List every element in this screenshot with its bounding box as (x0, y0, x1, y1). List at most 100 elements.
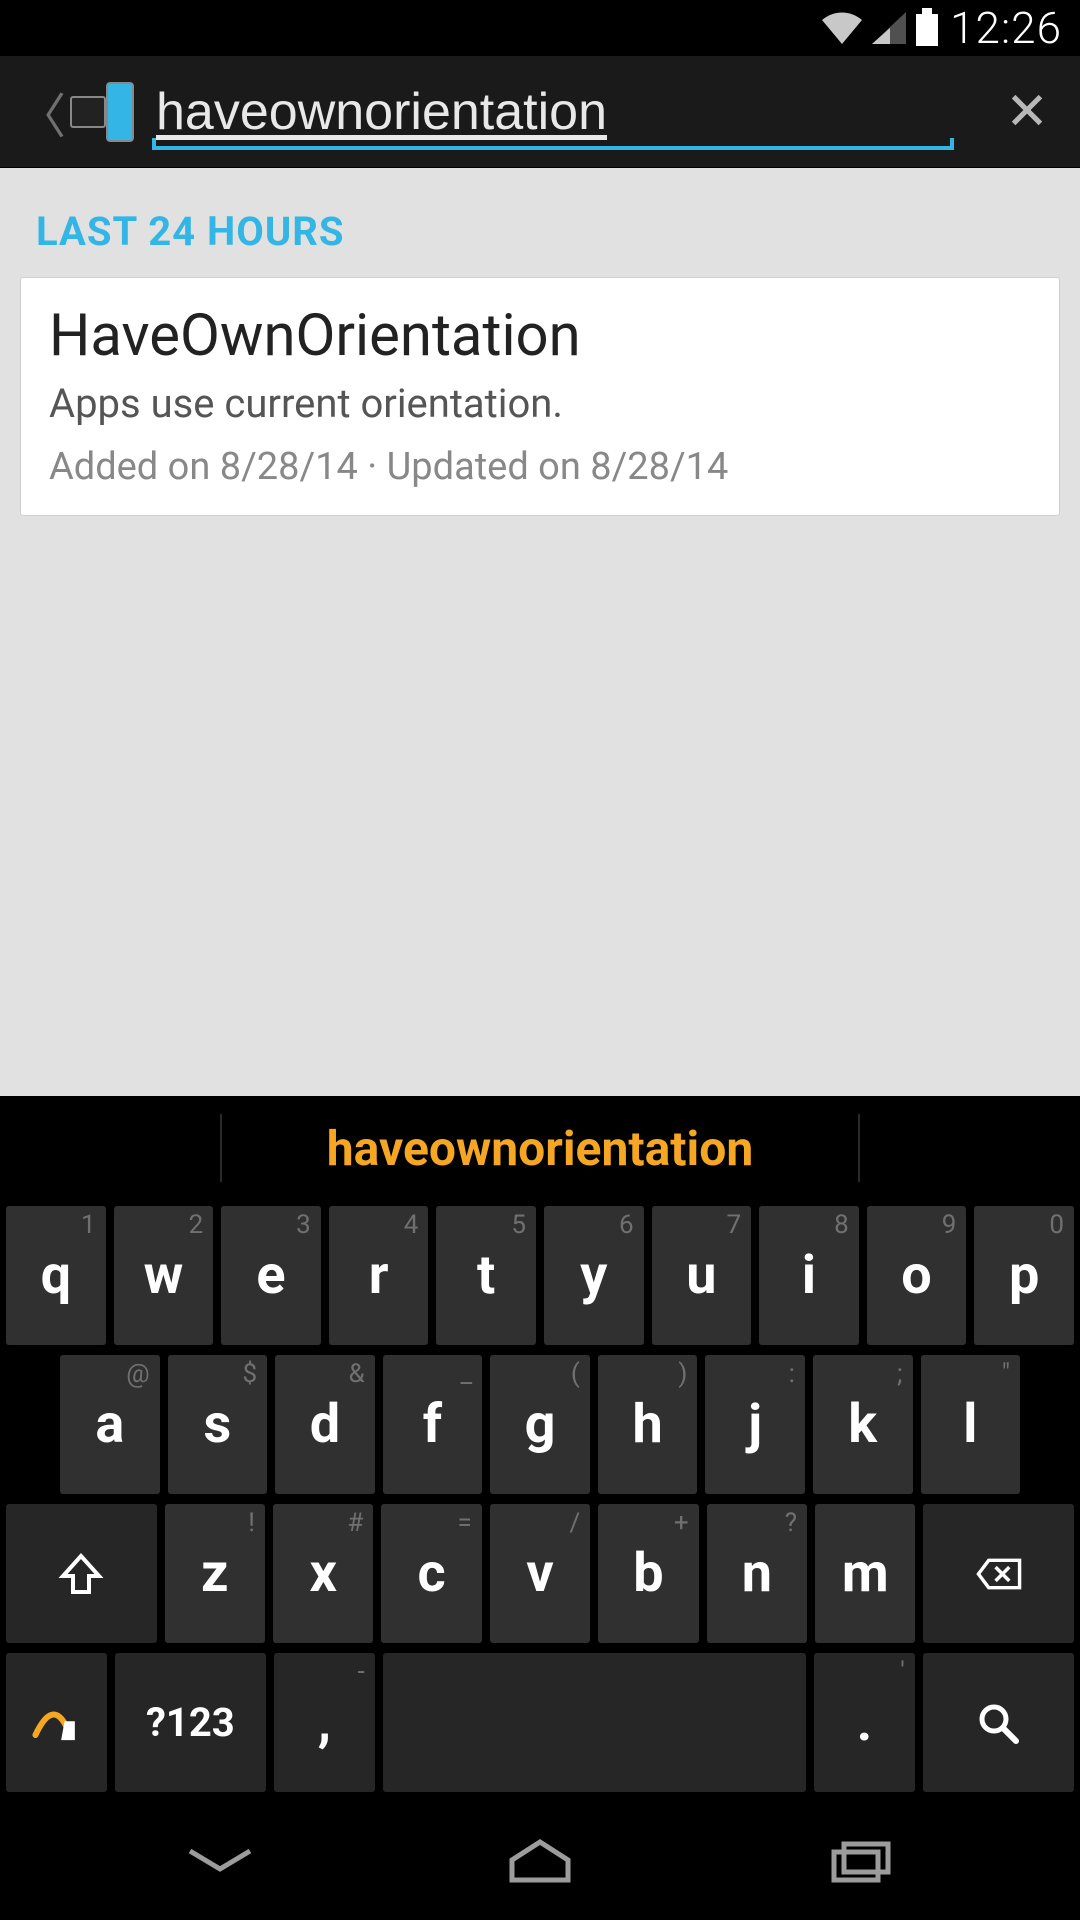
key-alt: _ (461, 1359, 473, 1389)
key-label: l (963, 1393, 977, 1456)
key-label: y (580, 1244, 607, 1307)
key-alt: 7 (727, 1210, 742, 1240)
key-w[interactable]: 2w (114, 1206, 214, 1345)
status-bar: 12:26 (0, 0, 1080, 56)
nav-home-button[interactable] (460, 1826, 620, 1896)
key-alt: ! (248, 1508, 255, 1538)
key-y[interactable]: 6y (544, 1206, 644, 1345)
swype-key[interactable] (6, 1653, 107, 1792)
key-alt: : (789, 1359, 795, 1389)
home-icon (500, 1836, 580, 1886)
app-icon (70, 82, 134, 142)
key-k[interactable]: ;k (813, 1355, 913, 1494)
key-label: d (310, 1393, 340, 1456)
key-alt: # (347, 1508, 363, 1538)
result-subtitle: Apps use current orientation. (49, 380, 1031, 427)
key-q[interactable]: 1q (6, 1206, 106, 1345)
key-label: n (742, 1542, 772, 1605)
key-alt: 1 (81, 1210, 96, 1240)
key-label: b (633, 1542, 663, 1605)
key-label: w (144, 1244, 184, 1307)
key-l[interactable]: "l (921, 1355, 1021, 1494)
status-clock: 12:26 (950, 2, 1062, 54)
swype-icon (32, 1699, 80, 1747)
key-b[interactable]: +b (598, 1504, 698, 1643)
search-key[interactable] (923, 1653, 1074, 1792)
key-p[interactable]: 0p (974, 1206, 1074, 1345)
key-label: g (525, 1393, 556, 1456)
clear-search-button[interactable]: ✕ (992, 77, 1062, 147)
key-alt: 2 (189, 1210, 204, 1240)
key-c[interactable]: =c (381, 1504, 481, 1643)
key-label: p (1009, 1244, 1039, 1307)
key-m[interactable]: m (815, 1504, 915, 1643)
key-alt: / (569, 1508, 580, 1538)
key-r[interactable]: 4r (329, 1206, 429, 1345)
result-title: HaveOwnOrientation (49, 302, 1031, 370)
key-alt: 8 (834, 1210, 849, 1240)
key-j[interactable]: :j (705, 1355, 805, 1494)
result-meta: Added on 8/28/14 · Updated on 8/28/14 (49, 445, 1031, 489)
shift-key[interactable] (6, 1504, 157, 1643)
key-label: q (41, 1244, 71, 1307)
divider (858, 1114, 860, 1182)
key-alt: & (349, 1359, 365, 1389)
period-key[interactable]: '. (814, 1653, 915, 1792)
key-e[interactable]: 3e (221, 1206, 321, 1345)
result-card[interactable]: HaveOwnOrientation Apps use current orie… (20, 277, 1060, 516)
key-n[interactable]: ?n (707, 1504, 807, 1643)
key-label: j (748, 1393, 762, 1456)
key-alt: 3 (296, 1210, 311, 1240)
key-label: s (203, 1393, 231, 1456)
key-o[interactable]: 9o (867, 1206, 967, 1345)
key-label: a (95, 1393, 124, 1456)
key-alt: ? (785, 1508, 797, 1538)
key-alt: 6 (619, 1210, 634, 1240)
key-label: c (418, 1542, 446, 1605)
key-h[interactable]: )h (598, 1355, 698, 1494)
key-d[interactable]: &d (275, 1355, 375, 1494)
navigation-bar (0, 1802, 1080, 1920)
key-x[interactable]: #x (273, 1504, 373, 1643)
key-alt: @ (126, 1359, 149, 1389)
nav-back-button[interactable] (140, 1826, 300, 1896)
nav-recent-button[interactable] (780, 1826, 940, 1896)
key-a[interactable]: @a (60, 1355, 160, 1494)
key-label: x (309, 1542, 336, 1605)
comma-key[interactable]: -, (274, 1653, 375, 1792)
chevron-left-icon: 〈 (18, 77, 66, 147)
key-t[interactable]: 5t (436, 1206, 536, 1345)
key-label: u (686, 1244, 716, 1307)
key-s[interactable]: $s (168, 1355, 268, 1494)
key-i[interactable]: 8i (759, 1206, 859, 1345)
key-label: k (848, 1393, 877, 1456)
search-icon (974, 1699, 1022, 1747)
chevron-down-icon (180, 1841, 260, 1881)
key-label: i (802, 1244, 816, 1307)
wifi-icon (820, 10, 864, 46)
search-field-wrap (152, 72, 954, 152)
key-v[interactable]: /v (490, 1504, 590, 1643)
key-g[interactable]: (g (490, 1355, 590, 1494)
symbols-key[interactable]: ?123 (115, 1653, 266, 1792)
backspace-key[interactable] (923, 1504, 1074, 1643)
divider (220, 1114, 222, 1182)
recent-apps-icon (820, 1836, 900, 1886)
key-f[interactable]: _f (383, 1355, 483, 1494)
content-area: LAST 24 HOURS HaveOwnOrientation Apps us… (0, 168, 1080, 1096)
keyboard-rows: 1q2w3e4r5t6y7u8i9o0p @a$s&d_f(g)h:j;k"l … (0, 1200, 1080, 1802)
search-input[interactable] (152, 76, 954, 148)
key-label: r (369, 1244, 389, 1307)
back-button[interactable]: 〈 (18, 77, 134, 147)
key-alt: = (458, 1508, 472, 1538)
key-z[interactable]: !z (165, 1504, 265, 1643)
key-alt: ) (678, 1359, 687, 1389)
suggestion-word[interactable]: haveownorientation (327, 1120, 753, 1177)
space-key[interactable] (383, 1653, 806, 1792)
key-label: f (423, 1393, 442, 1456)
keyboard-row-3: !z#x=c/v+b?nm (6, 1504, 1074, 1643)
key-u[interactable]: 7u (652, 1206, 752, 1345)
section-label: LAST 24 HOURS (36, 208, 1044, 255)
key-alt: ( (571, 1359, 580, 1389)
suggestion-bar: haveownorientation (0, 1096, 1080, 1200)
